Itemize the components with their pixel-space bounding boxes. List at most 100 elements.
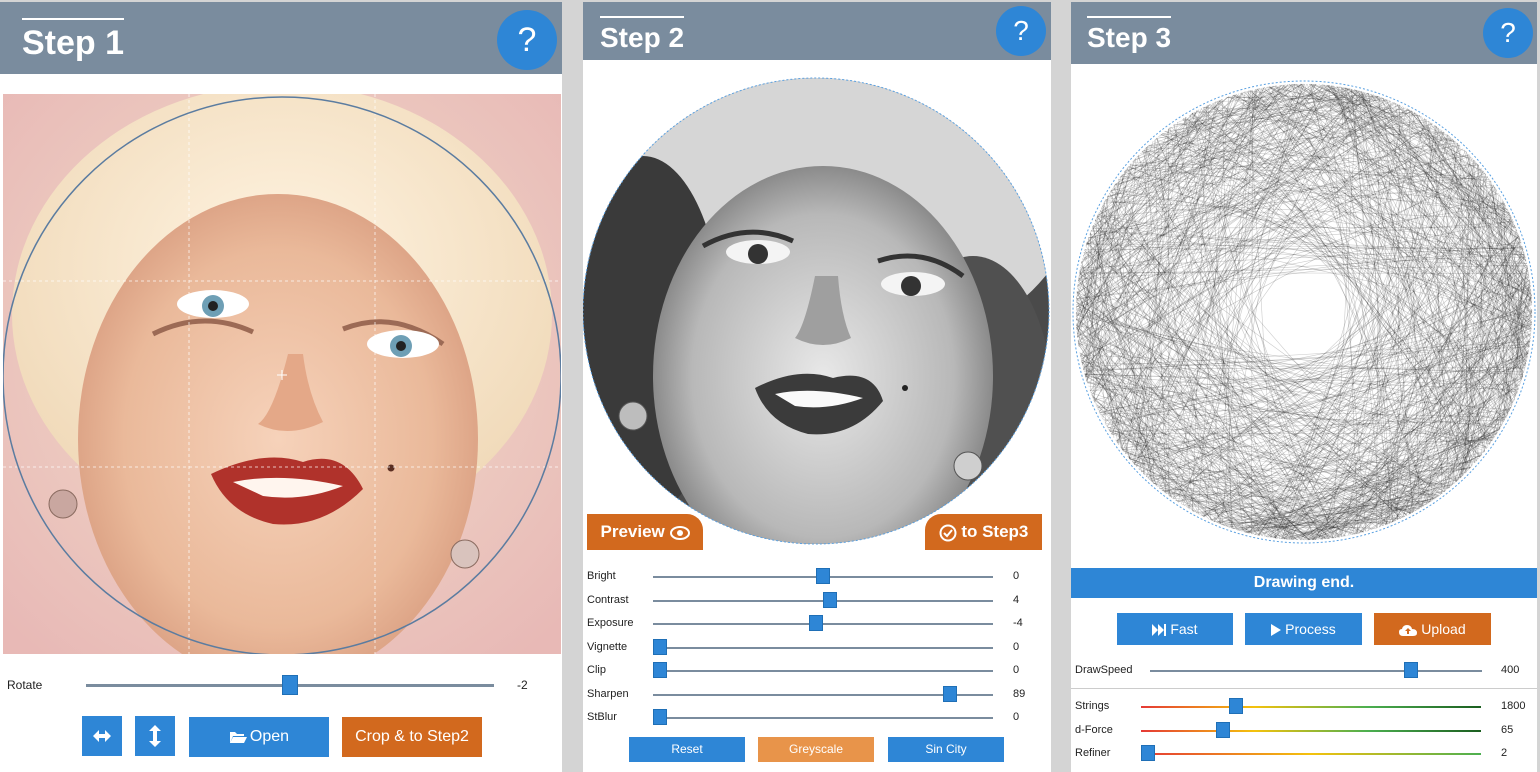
slider-thumb[interactable] <box>1141 745 1155 761</box>
slider-thumb[interactable] <box>809 615 824 631</box>
slider-value: 0 <box>1013 640 1020 653</box>
slider-track[interactable] <box>1141 729 1481 732</box>
string-art-drawing <box>1072 80 1536 544</box>
step2-preview-area <box>583 76 1051 546</box>
step1-photo-crop-view <box>3 94 561 654</box>
slider-thumb[interactable] <box>653 709 667 725</box>
reset-button[interactable]: Reset <box>629 737 745 762</box>
slider-row-dforce: d-Force 65 <box>1071 720 1537 742</box>
check-circle-icon <box>939 524 957 542</box>
step2-title: Step 2 <box>600 16 685 54</box>
step1-title: Step 1 <box>22 18 125 63</box>
slider-label: Bright <box>587 570 616 582</box>
slider-track[interactable] <box>653 717 993 719</box>
step3-title: Step 3 <box>1087 16 1172 54</box>
preview-button[interactable]: Preview <box>587 514 703 550</box>
flip-vertical-icon <box>149 725 161 747</box>
to-step3-button[interactable]: to Step3 <box>925 514 1042 550</box>
slider-thumb[interactable] <box>943 685 958 702</box>
slider-label: Refiner <box>1075 747 1111 759</box>
step1-image-canvas[interactable] <box>3 94 561 654</box>
slider-row-bright: Bright 0 <box>583 566 1051 588</box>
slider-thumb[interactable] <box>1215 721 1230 738</box>
step1-header: Step 1 ? <box>0 2 562 74</box>
open-button[interactable]: Open <box>189 717 329 757</box>
slider-thumb[interactable] <box>816 568 830 584</box>
slider-row-clip: Clip 0 <box>583 660 1051 682</box>
drawspeed-track[interactable] <box>1150 670 1482 672</box>
slider-row-stblur: StBlur 0 <box>583 707 1051 729</box>
crop-to-step2-button[interactable]: Crop & to Step2 <box>342 717 482 757</box>
sin-city-button[interactable]: Sin City <box>888 737 1004 762</box>
slider-value: 65 <box>1501 723 1514 736</box>
rotate-value: -2 <box>517 678 528 692</box>
slider-label: d-Force <box>1075 723 1113 736</box>
drawspeed-label: DrawSpeed <box>1075 664 1133 676</box>
step3-panel: Step 3 ? Drawing end. Fast Process Uploa… <box>1071 2 1537 772</box>
step2-panel: Step 2 ? Preview to Step3 Reset Greyscal… <box>583 2 1051 772</box>
flip-horizontal-icon <box>93 730 111 742</box>
section-divider <box>1071 688 1537 689</box>
slider-label: Clip <box>587 664 606 676</box>
upload-button[interactable]: Upload <box>1374 613 1491 645</box>
slider-value: 0 <box>1013 711 1020 723</box>
slider-thumb[interactable] <box>1229 698 1244 714</box>
fast-label: Fast <box>1170 621 1198 637</box>
slider-track[interactable] <box>1141 753 1481 755</box>
step2-header: Step 2 ? <box>583 2 1051 60</box>
slider-value: 2 <box>1501 747 1508 759</box>
slider-track[interactable] <box>653 693 993 696</box>
step3-header: Step 3 ? <box>1071 2 1537 64</box>
to-step3-label: to Step3 <box>961 522 1029 541</box>
slider-value: 0 <box>1013 664 1020 676</box>
process-button[interactable]: Process <box>1245 613 1362 645</box>
slider-value: -4 <box>1013 617 1023 629</box>
slider-value: 4 <box>1013 593 1020 606</box>
greyscale-button[interactable]: Greyscale <box>758 737 874 762</box>
fast-forward-icon <box>1152 624 1167 637</box>
upload-label: Upload <box>1421 621 1466 637</box>
slider-value: 1800 <box>1501 700 1526 712</box>
rotate-label: Rotate <box>7 678 43 692</box>
slider-thumb[interactable] <box>653 662 667 678</box>
slider-track[interactable] <box>653 646 993 649</box>
string-art-canvas <box>1072 80 1536 546</box>
eye-icon <box>669 525 690 540</box>
slider-track[interactable] <box>653 670 993 672</box>
folder-open-icon <box>229 730 247 744</box>
preview-label: Preview <box>600 522 665 541</box>
fast-button[interactable]: Fast <box>1117 613 1233 645</box>
open-button-label: Open <box>249 728 290 745</box>
flip-horizontal-button[interactable] <box>82 716 122 756</box>
play-icon <box>1271 624 1282 637</box>
step1-help-button[interactable]: ? <box>497 10 557 70</box>
step3-help-button[interactable]: ? <box>1483 8 1533 58</box>
slider-label: Sharpen <box>587 687 629 700</box>
slider-label: Exposure <box>587 617 634 629</box>
flip-vertical-button[interactable] <box>135 716 175 756</box>
rotate-slider-row: Rotate -2 <box>0 674 562 696</box>
slider-value: 89 <box>1013 687 1026 700</box>
step2-help-button[interactable]: ? <box>996 6 1046 56</box>
slider-label: Contrast <box>587 593 629 606</box>
slider-row-refiner: Refiner 2 <box>1071 743 1537 765</box>
cloud-upload-icon <box>1399 624 1418 637</box>
slider-value: 0 <box>1013 570 1020 582</box>
step1-panel: Step 1 ? Rotate -2 Open Crop & to Step2 <box>0 2 562 772</box>
slider-row-exposure: Exposure -4 <box>583 613 1051 635</box>
rotate-thumb[interactable] <box>282 675 298 695</box>
drawspeed-slider-row: DrawSpeed 400 <box>1071 660 1537 682</box>
slider-row-strings: Strings 1800 <box>1071 696 1537 718</box>
slider-label: StBlur <box>587 711 617 723</box>
slider-row-vignette: Vignette 0 <box>583 637 1051 659</box>
slider-label: Vignette <box>587 640 628 653</box>
process-label: Process <box>1285 621 1336 637</box>
slider-row-contrast: Contrast 4 <box>583 590 1051 612</box>
slider-thumb[interactable] <box>653 638 667 655</box>
drawing-status-bar: Drawing end. <box>1071 568 1537 598</box>
drawspeed-thumb[interactable] <box>1404 662 1419 678</box>
slider-row-sharpen: Sharpen 89 <box>583 684 1051 706</box>
slider-thumb[interactable] <box>822 591 837 608</box>
slider-track[interactable] <box>1141 706 1481 708</box>
step2-greyscale-preview <box>583 77 1050 545</box>
